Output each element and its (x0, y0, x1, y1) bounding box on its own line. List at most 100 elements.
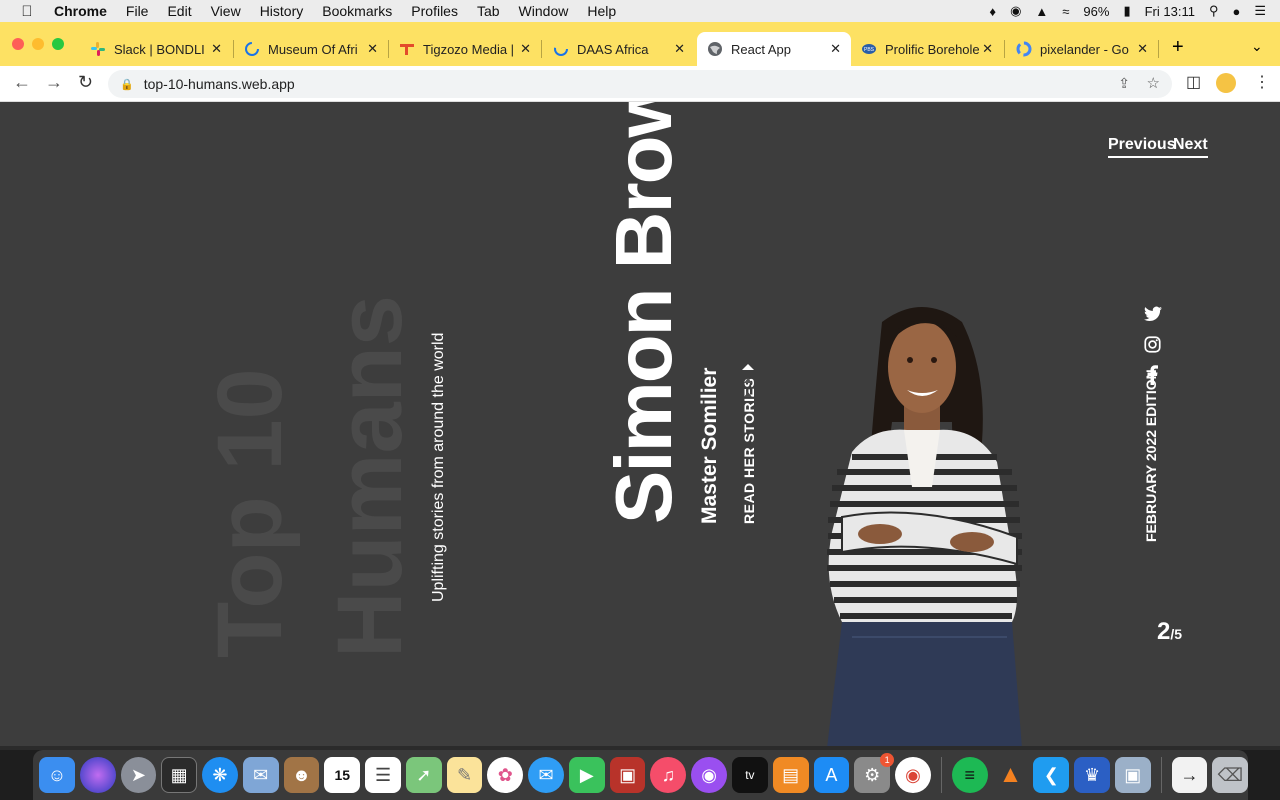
reminders-icon[interactable]: ☰ (365, 757, 401, 793)
menu-bookmarks[interactable]: Bookmarks (322, 3, 392, 19)
globe-icon (707, 41, 723, 57)
close-tab-icon[interactable]: ✕ (1137, 41, 1148, 57)
profile-icon (1216, 73, 1236, 93)
maps-icon[interactable]: ➚ (405, 757, 442, 793)
podcasts-icon[interactable]: ◉ (691, 757, 728, 793)
battery-percent[interactable]: 96% (1083, 4, 1109, 19)
tagline: Uplifting stories from around the world (430, 332, 447, 602)
menu-history[interactable]: History (260, 3, 304, 19)
tab-title: Slack | BONDLI (114, 41, 205, 57)
tab-divider (1158, 40, 1159, 58)
mail-stamp-icon[interactable]: ✉ (242, 757, 279, 793)
tab-react-app[interactable]: React App ✕ (697, 32, 851, 66)
chrome-dock-icon[interactable]: ◉ (895, 757, 931, 793)
slide-counter: 2/5 (1157, 618, 1182, 646)
apple-tv-icon[interactable]: tv (732, 757, 768, 793)
siri-icon[interactable]: ● (1232, 4, 1240, 19)
facetime-icon[interactable]: ▶ (568, 757, 605, 793)
vlc-icon[interactable]: ▲ (993, 757, 1029, 793)
close-tab-icon[interactable]: ✕ (830, 41, 841, 57)
status-app-icon[interactable]: ♦ (989, 4, 996, 19)
spotify-icon[interactable]: ≡ (951, 757, 988, 793)
menu-help[interactable]: Help (587, 3, 616, 19)
system-preferences-icon[interactable]: ⚙ 1 (854, 753, 895, 793)
preview-icon[interactable]: ▣ (1114, 757, 1151, 793)
menu-tab[interactable]: Tab (477, 3, 500, 19)
menu-app-name[interactable]: Chrome (54, 3, 107, 19)
previous-link[interactable]: Previous (1108, 136, 1176, 158)
spotlight-search-icon[interactable]: ⚲ (1209, 3, 1219, 19)
person-role: Master Somilier (698, 367, 721, 524)
slide-up-arrow-icon[interactable] (741, 361, 755, 405)
tab-title: React App (731, 41, 791, 57)
vlc-status-icon[interactable]: ▲ (1035, 4, 1048, 19)
safari-icon[interactable]: ❋ (202, 757, 238, 793)
side-panel-icon[interactable]: ◫ (1186, 72, 1201, 92)
slide-counter-total: /5 (1170, 626, 1183, 642)
close-tab-icon[interactable]: ✕ (674, 41, 685, 57)
address-bar[interactable]: 🔒 top-10-humans.web.app ⇪ ☆ (108, 70, 1172, 98)
notes-icon[interactable]: ✎ (446, 757, 483, 793)
lock-icon[interactable]: 🔒 (120, 78, 134, 91)
contacts-icon[interactable]: ☻ (283, 757, 320, 793)
menu-window[interactable]: Window (519, 3, 569, 19)
music-icon[interactable]: ♫ (650, 757, 687, 793)
mission-control-icon[interactable]: ▦ (161, 757, 198, 793)
share-icon[interactable]: ⇪ (1118, 75, 1130, 92)
slack-icon (90, 41, 106, 57)
twitter-icon[interactable] (1144, 306, 1162, 322)
tab-pixelander[interactable]: pixelander - Go ✕ (1006, 32, 1158, 66)
downloads-stack-icon[interactable]: → (1171, 757, 1208, 793)
address-bar-url[interactable]: top-10-humans.web.app (144, 76, 295, 92)
clock[interactable]: Fri 13:11 (1145, 4, 1195, 19)
vscode-icon[interactable]: ❮ (1033, 757, 1070, 793)
wifi-icon[interactable]: ≈ (1062, 4, 1069, 19)
zoom-window-button[interactable] (52, 38, 64, 50)
next-link[interactable]: Next (1173, 136, 1208, 158)
back-button[interactable]: ← (13, 72, 31, 93)
loading-spinner-icon (553, 41, 569, 57)
close-tab-icon[interactable]: ✕ (211, 41, 222, 57)
forward-button[interactable]: → (45, 72, 63, 93)
photo-booth-icon[interactable]: ▣ (609, 757, 646, 793)
reload-button[interactable]: ↻ (78, 72, 93, 93)
menu-profiles[interactable]: Profiles (411, 3, 458, 19)
minimize-window-button[interactable] (32, 38, 44, 50)
messages-icon[interactable]: ✉ (528, 757, 564, 793)
tab-museum[interactable]: Museum Of Afri ✕ (234, 32, 388, 66)
menu-view[interactable]: View (211, 3, 241, 19)
window-controls (12, 38, 64, 50)
site-title: Top 10 Humans (190, 198, 430, 658)
tab-prolific[interactable]: PBS Prolific Borehole ✕ (851, 32, 1003, 66)
profile-avatar[interactable] (1216, 73, 1236, 98)
tab-divider (1004, 40, 1005, 58)
photos-icon[interactable]: ✿ (487, 757, 524, 793)
close-tab-icon[interactable]: ✕ (982, 41, 993, 57)
tab-tigzozo[interactable]: Tigzozo Media | ✕ (389, 32, 541, 66)
control-center-icon[interactable]: ☰ (1254, 3, 1266, 19)
close-tab-icon[interactable]: ✕ (520, 41, 531, 57)
close-window-button[interactable] (12, 38, 24, 50)
books-icon[interactable]: ▤ (772, 757, 809, 793)
menu-edit[interactable]: Edit (167, 3, 191, 19)
apple-icon[interactable]:  (0, 3, 54, 20)
app-store-icon[interactable]: A (813, 757, 850, 793)
cyberduck-icon[interactable]: ♛ (1074, 757, 1110, 793)
chrome-menu-icon[interactable]: ⋮ (1254, 72, 1270, 92)
tab-search-chevron-icon[interactable]: ⌄ (1251, 38, 1263, 55)
status-app2-icon[interactable]: ◉ (1010, 3, 1021, 19)
menu-file[interactable]: File (126, 3, 149, 19)
calendar-icon[interactable]: 15 (324, 757, 361, 793)
tab-daas[interactable]: DAAS Africa ✕ (543, 32, 695, 66)
trash-icon[interactable]: ⌫ (1212, 757, 1249, 793)
new-tab-button[interactable]: + (1172, 36, 1184, 59)
finder-icon[interactable]: ☺ (39, 757, 75, 793)
siri-app-icon[interactable] (79, 757, 116, 793)
launchpad-icon[interactable]: ➤ (120, 757, 157, 793)
battery-icon[interactable]: ▮ (1123, 3, 1130, 19)
bookmark-star-icon[interactable]: ☆ (1147, 74, 1160, 92)
instagram-icon[interactable] (1144, 336, 1161, 353)
close-tab-icon[interactable]: ✕ (367, 41, 378, 57)
tab-slack[interactable]: Slack | BONDLI ✕ (80, 32, 232, 66)
tab-title: Tigzozo Media | (423, 41, 515, 57)
